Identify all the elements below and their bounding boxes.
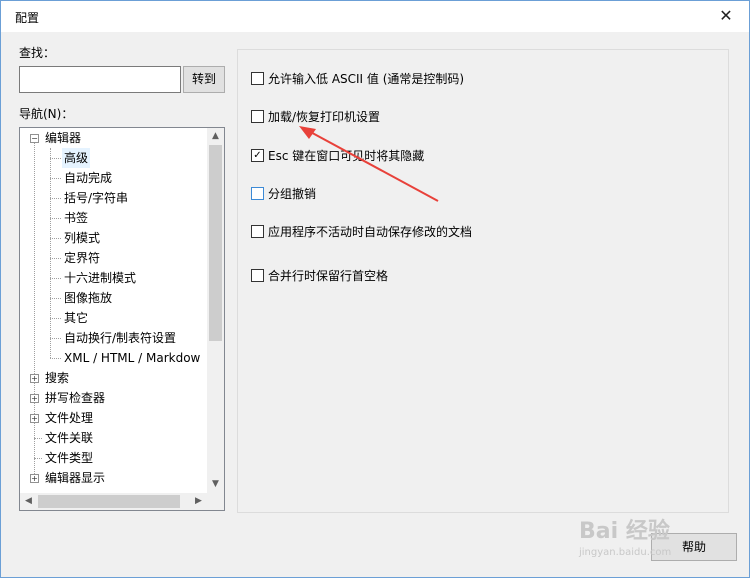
config-dialog: 配置 ✕ 查找： 转到 导航(N)： − 编辑器 高级 自动完成 括号/字符串 书签 列模式… [0, 0, 750, 578]
annotation-arrow [299, 126, 439, 202]
arrow-shaft [304, 128, 439, 202]
arrow-head [299, 126, 316, 139]
